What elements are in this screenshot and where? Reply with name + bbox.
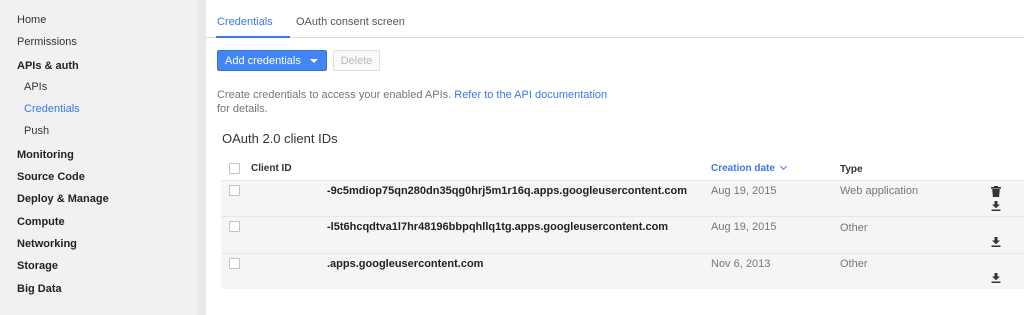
trash-icon[interactable] (991, 186, 1001, 197)
sidebar-item-source-code[interactable]: Source Code (17, 171, 85, 183)
caret-down-icon (310, 59, 318, 63)
tab-oauth-consent-screen[interactable]: OAuth consent screen (296, 16, 405, 28)
add-credentials-label: Add credentials (225, 54, 301, 67)
sidebar-item-deploy-manage[interactable]: Deploy & Manage (17, 193, 109, 205)
api-documentation-link[interactable]: Refer to the API documentation (454, 89, 607, 101)
credentials-description: Create credentials to access your enable… (217, 88, 637, 116)
sidebar-item-compute[interactable]: Compute (17, 216, 65, 228)
row-checkbox[interactable] (229, 258, 240, 269)
client-id-cell[interactable]: -9c5mdiop75qn280dn35qg0hrj5m1r16q.apps.g… (327, 185, 687, 197)
creation-date-cell: Aug 19, 2015 (711, 221, 777, 233)
main-content: Credentials OAuth consent screen Add cre… (206, 0, 1024, 315)
sidebar-item-permissions[interactable]: Permissions (17, 36, 77, 48)
download-icon[interactable] (991, 201, 1001, 211)
sidebar-item-credentials[interactable]: Credentials (24, 103, 80, 115)
sidebar-item-storage[interactable]: Storage (17, 260, 58, 272)
download-icon[interactable] (991, 273, 1001, 283)
creation-date-cell: Aug 19, 2015 (711, 185, 777, 197)
sidebar-item-apis-auth[interactable]: APIs & auth (17, 60, 79, 72)
type-cell: Other (840, 258, 868, 270)
row-checkbox[interactable] (229, 185, 240, 196)
client-id-cell[interactable]: .apps.googleusercontent.com (327, 258, 483, 270)
description-text: Create credentials to access your enable… (217, 89, 452, 101)
tab-credentials[interactable]: Credentials (217, 16, 273, 28)
row-checkbox[interactable] (229, 221, 240, 232)
client-id-cell[interactable]: -l5t6hcqdtva1l7hr48196bbpqhllq1tg.apps.g… (327, 221, 668, 233)
sidebar-divider (198, 0, 206, 315)
add-credentials-button[interactable]: Add credentials (217, 50, 327, 71)
sidebar-item-monitoring[interactable]: Monitoring (17, 149, 74, 161)
column-header-client-id: Client ID (251, 163, 292, 174)
download-icon[interactable] (991, 237, 1001, 247)
sidebar: Home Permissions APIs & auth APIs Creden… (0, 0, 198, 315)
sidebar-item-networking[interactable]: Networking (17, 238, 77, 250)
column-header-creation-date[interactable]: Creation date (711, 162, 787, 174)
creation-date-cell: Nov 6, 2013 (711, 258, 771, 270)
chevron-down-icon (779, 162, 787, 171)
type-cell: Web application (840, 185, 919, 197)
column-header-type: Type (840, 164, 863, 175)
sidebar-item-big-data[interactable]: Big Data (17, 283, 62, 295)
creation-date-label: Creation date (711, 163, 775, 174)
sidebar-item-apis[interactable]: APIs (24, 81, 47, 93)
type-cell: Other (840, 222, 868, 234)
select-all-checkbox[interactable] (229, 163, 240, 174)
description-tail: for details. (217, 103, 268, 115)
sidebar-item-push[interactable]: Push (24, 125, 49, 137)
section-title: OAuth 2.0 client IDs (222, 131, 338, 146)
delete-button[interactable]: Delete (333, 50, 380, 71)
sidebar-item-home[interactable]: Home (17, 14, 46, 26)
active-tab-indicator (216, 36, 290, 38)
tab-bar: Credentials OAuth consent screen (206, 0, 1024, 38)
